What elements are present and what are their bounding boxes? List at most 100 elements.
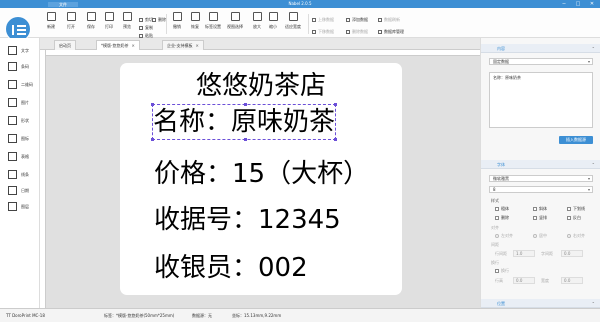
position-section-header[interactable]: 位置 ⌃ (481, 299, 600, 308)
width-input[interactable]: 0.0 (561, 277, 583, 284)
design-canvas[interactable]: 悠悠奶茶店 名称：原味奶茶 价格：15（大杯） 收据号：12345 收银员：00… (46, 56, 480, 308)
line-icon (8, 170, 17, 179)
move-up-data-button[interactable]: 上移数据 (312, 17, 334, 23)
save-button[interactable]: 保存 (82, 12, 100, 34)
cashier-text[interactable]: 收银员：002 (154, 252, 308, 284)
line-spacing-label: 行间距 (495, 251, 507, 256)
title-bar: 文件 Nabel 2.0.5 ─ □ ✕ (0, 0, 600, 8)
strikethrough-checkbox[interactable]: 删除 (495, 215, 509, 221)
line-spacing-input[interactable]: 1.0 (513, 250, 535, 257)
close-button[interactable]: ✕ (586, 0, 598, 8)
new-button[interactable]: 新建 (42, 12, 60, 34)
content-section-header[interactable]: 内容 ⌃ (481, 44, 600, 53)
char-spacing-label: 字间距 (541, 251, 553, 256)
folder-open-icon (66, 12, 76, 21)
printer-icon (104, 12, 114, 21)
chevron-down-icon: ▾ (587, 176, 590, 181)
tool-date[interactable]: 日期 (8, 184, 38, 198)
file-menu-tab[interactable]: 文件 (48, 2, 78, 7)
tool-qrcode[interactable]: 二维码 (8, 78, 38, 92)
text-content-input[interactable]: 名称：原味奶茶 (489, 72, 593, 128)
insert-datasource-button[interactable]: 插入数据源 (559, 136, 593, 144)
fit-width-icon (288, 12, 298, 21)
redo-button[interactable]: 恢复 (186, 12, 204, 34)
data-source-info: 数据源：无 (192, 313, 212, 318)
data-refresh-button[interactable]: 数据刷新 (378, 17, 400, 23)
spacing-label: 间距 (491, 242, 499, 247)
undo-icon (172, 12, 182, 21)
app-title: Nabel 2.0.5 (288, 1, 312, 6)
underline-checkbox[interactable]: 下划线 (567, 206, 585, 212)
label-settings-button[interactable]: 标签设置 (204, 12, 222, 34)
open-button[interactable]: 打开 (62, 12, 80, 34)
database-management-button[interactable]: 数据库管理 (378, 29, 404, 35)
status-bar: TT DoroPrint MC-18 标签：*模版-悠悠奶茶(50mm*25mm… (0, 308, 600, 322)
copy-button[interactable]: 复制 (139, 25, 153, 31)
barcode-icon (8, 62, 17, 71)
print-button[interactable]: 打印 (100, 12, 118, 34)
tab-enterprise-template[interactable]: 企业-支持模板 ✕ (162, 40, 204, 50)
tool-barcode[interactable]: 条码 (8, 60, 38, 74)
align-left-radio[interactable]: 左对齐 (495, 233, 513, 239)
database-icon (378, 30, 382, 34)
delete-button[interactable]: 删除 (152, 17, 166, 23)
vertical-text-checkbox[interactable]: 竖排 (533, 215, 547, 221)
maximize-button[interactable]: □ (572, 0, 584, 8)
shop-name-text[interactable]: 悠悠奶茶店 (120, 71, 402, 101)
delete-data-button[interactable]: 删除数据 (346, 29, 368, 35)
document-tabs: 启动页 *模版-悠悠奶茶 ✕ 企业-支持模板 ✕ (40, 38, 480, 50)
view-settings-button[interactable]: 视图选择 (226, 12, 244, 34)
tool-line[interactable]: 线条 (8, 168, 38, 182)
delete-data-icon (346, 30, 350, 34)
cut-button[interactable]: 剪切 (139, 17, 153, 23)
zoom-out-button[interactable]: 缩小 (264, 12, 282, 34)
delete-icon (152, 18, 156, 22)
wrap-label: 换行 (491, 260, 499, 265)
tool-image[interactable]: 图片 (8, 96, 38, 110)
toolbar: 新建 打开 保存 打印 预览 剪切 复制 粘贴 删除 撤销 恢复 标签设置 视图… (0, 8, 600, 42)
italic-checkbox[interactable]: 斜体 (533, 206, 547, 212)
price-text[interactable]: 价格：15（大杯） (154, 158, 369, 190)
data-source-type-select[interactable]: 固定数据 ▾ (489, 58, 593, 65)
font-family-select[interactable]: 微软雅黑 ▾ (489, 175, 593, 182)
coordinates-readout: 坐标：15.13mm,9.22mm (232, 313, 282, 318)
left-toolbox: 文字 条码 二维码 图片 形状 图标 表格 线条 日期 图层 (0, 38, 40, 308)
printer-selector[interactable]: TT DoroPrint MC-18 (6, 313, 45, 318)
receipt-number-text[interactable]: 收据号：12345 (154, 204, 341, 236)
date-icon (8, 186, 17, 195)
undo-button[interactable]: 撤销 (168, 12, 186, 34)
align-center-radio[interactable]: 居中 (533, 233, 547, 239)
close-tab-icon[interactable]: ✕ (131, 43, 134, 48)
minimize-button[interactable]: ─ (558, 0, 570, 8)
product-name-text[interactable]: 名称：原味奶茶 (151, 103, 338, 141)
char-spacing-input[interactable]: 0.0 (561, 250, 583, 257)
add-data-button[interactable]: 添加数据 (346, 17, 368, 23)
zoom-out-icon (268, 12, 278, 21)
tool-layer[interactable]: 图层 (8, 200, 38, 214)
row-height-input[interactable]: 0.0 (513, 277, 535, 284)
font-size-select[interactable]: 8 ▾ (489, 186, 593, 193)
align-right-radio[interactable]: 右对齐 (567, 233, 585, 239)
chevron-down-icon: ▾ (587, 59, 590, 64)
bold-checkbox[interactable]: 粗体 (495, 206, 509, 212)
tool-text[interactable]: 文字 (8, 44, 38, 58)
fit-width-button[interactable]: 适应宽度 (284, 12, 302, 34)
tool-table[interactable]: 表格 (8, 150, 38, 164)
tab-milk-tea-template[interactable]: *模版-悠悠奶茶 ✕ (96, 40, 140, 50)
preview-button[interactable]: 预览 (118, 12, 136, 34)
style-label: 样式 (491, 198, 499, 203)
tab-start-page[interactable]: 启动页 (54, 40, 76, 50)
close-tab-icon[interactable]: ✕ (195, 43, 198, 48)
tool-shape[interactable]: 形状 (8, 114, 38, 128)
reverse-checkbox[interactable]: 反白 (567, 215, 581, 221)
shape-icon (8, 116, 17, 125)
label-paper[interactable]: 悠悠奶茶店 名称：原味奶茶 价格：15（大杯） 收据号：12345 收银员：00… (120, 63, 402, 295)
image-icon (8, 98, 17, 107)
auto-wrap-checkbox[interactable]: 换行 (495, 268, 509, 274)
tool-clipart[interactable]: 图标 (8, 132, 38, 146)
redo-icon (190, 12, 200, 21)
table-icon (8, 152, 17, 161)
move-down-data-button[interactable]: 下移数据 (312, 29, 334, 35)
zoom-in-icon (252, 12, 262, 21)
font-section-header[interactable]: 字体 ⌃ (481, 160, 600, 169)
